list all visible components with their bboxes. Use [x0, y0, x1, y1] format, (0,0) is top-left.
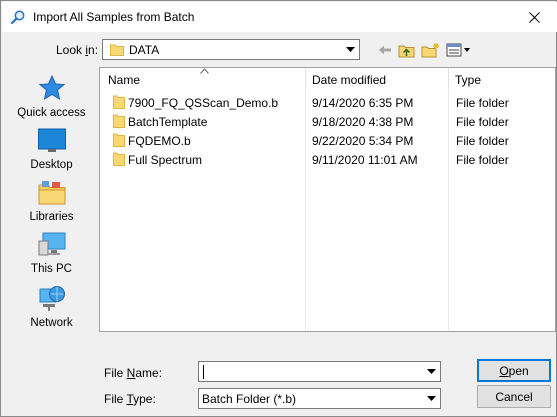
- list-item[interactable]: FQDEMO.b 9/22/2020 5:34 PM File folder: [100, 131, 555, 150]
- place-label: Network: [30, 317, 73, 329]
- this-pc-icon: [38, 232, 65, 256]
- up-folder-icon: [398, 45, 415, 58]
- column-header-type[interactable]: Type: [449, 68, 555, 90]
- file-date: 9/18/2020 4:38 PM: [312, 115, 414, 129]
- place-label: Quick access: [17, 107, 86, 119]
- place-label: This PC: [31, 263, 72, 275]
- column-header-date[interactable]: Date modified: [306, 68, 448, 90]
- app-search-icon: [10, 9, 26, 25]
- title-bar: Import All Samples from Batch: [2, 2, 557, 32]
- column-header-name[interactable]: Name: [100, 68, 305, 90]
- look-in-combo[interactable]: DATA: [102, 39, 360, 60]
- view-menu-icon: [446, 43, 470, 57]
- place-this-pc[interactable]: This PC: [10, 225, 93, 275]
- chevron-down-icon[interactable]: [423, 362, 440, 381]
- network-icon: [39, 286, 65, 311]
- close-button[interactable]: [512, 2, 557, 32]
- list-item[interactable]: Full Spectrum 9/11/2020 11:01 AM File fo…: [100, 150, 555, 169]
- place-label: Libraries: [29, 211, 74, 223]
- place-network[interactable]: Network: [10, 277, 93, 329]
- look-in-label: Look in:: [56, 43, 99, 57]
- chevron-down-icon[interactable]: [342, 40, 359, 59]
- file-name: Full Spectrum: [128, 153, 203, 167]
- chevron-down-icon[interactable]: [423, 389, 440, 408]
- quick-access-icon: [38, 74, 65, 101]
- file-name: FQDEMO.b: [128, 134, 191, 148]
- text-caret: [203, 365, 204, 379]
- file-name-label: File Name:: [104, 366, 163, 380]
- place-desktop[interactable]: Desktop: [10, 121, 93, 171]
- file-type-value: Batch Folder (*.b): [202, 392, 297, 406]
- file-name-input[interactable]: [198, 361, 441, 382]
- file-date: 9/11/2020 11:01 AM: [312, 153, 418, 167]
- cancel-button[interactable]: Cancel: [477, 385, 551, 408]
- up-folder-button[interactable]: [396, 41, 418, 59]
- file-type: File folder: [456, 153, 509, 167]
- folder-icon: [113, 133, 125, 150]
- file-type-label: File Type:: [104, 392, 156, 406]
- file-type: File folder: [456, 115, 509, 129]
- look-in-value: DATA: [129, 43, 160, 57]
- libraries-icon: [38, 181, 65, 205]
- close-icon: [529, 11, 540, 23]
- open-button[interactable]: Open: [477, 359, 551, 382]
- back-button[interactable]: [374, 41, 396, 59]
- places-bar: Quick access Desktop Libraries This PC N…: [10, 67, 93, 331]
- folder-icon: [113, 114, 125, 131]
- place-quick-access[interactable]: Quick access: [10, 67, 93, 119]
- file-type: File folder: [456, 134, 509, 148]
- file-list[interactable]: Name Date modified Type 7900_FQ_QSScan_D…: [99, 67, 556, 332]
- new-folder-icon: [421, 43, 439, 58]
- new-folder-button[interactable]: [420, 41, 442, 59]
- folder-icon: [113, 95, 125, 112]
- file-date: 9/14/2020 6:35 PM: [312, 96, 414, 110]
- place-libraries[interactable]: Libraries: [10, 173, 93, 223]
- file-date: 9/22/2020 5:34 PM: [312, 134, 414, 148]
- desktop-icon: [37, 128, 66, 152]
- folder-icon: [113, 152, 125, 169]
- list-item[interactable]: BatchTemplate 9/18/2020 4:38 PM File fol…: [100, 112, 555, 131]
- back-arrow-icon: [379, 45, 391, 55]
- import-dialog: Import All Samples from Batch Look in: D…: [0, 0, 557, 417]
- window-title: Import All Samples from Batch: [33, 10, 195, 24]
- file-name: 7900_FQ_QSScan_Demo.b: [128, 96, 279, 110]
- file-type: File folder: [456, 96, 509, 110]
- sort-up-icon: [200, 68, 209, 74]
- view-menu-button[interactable]: [445, 41, 473, 59]
- list-item[interactable]: 7900_FQ_QSScan_Demo.b 9/14/2020 6:35 PM …: [100, 93, 555, 112]
- file-name: BatchTemplate: [128, 115, 208, 129]
- file-type-select[interactable]: Batch Folder (*.b): [198, 388, 441, 409]
- folder-icon: [110, 43, 124, 59]
- place-label: Desktop: [30, 159, 73, 171]
